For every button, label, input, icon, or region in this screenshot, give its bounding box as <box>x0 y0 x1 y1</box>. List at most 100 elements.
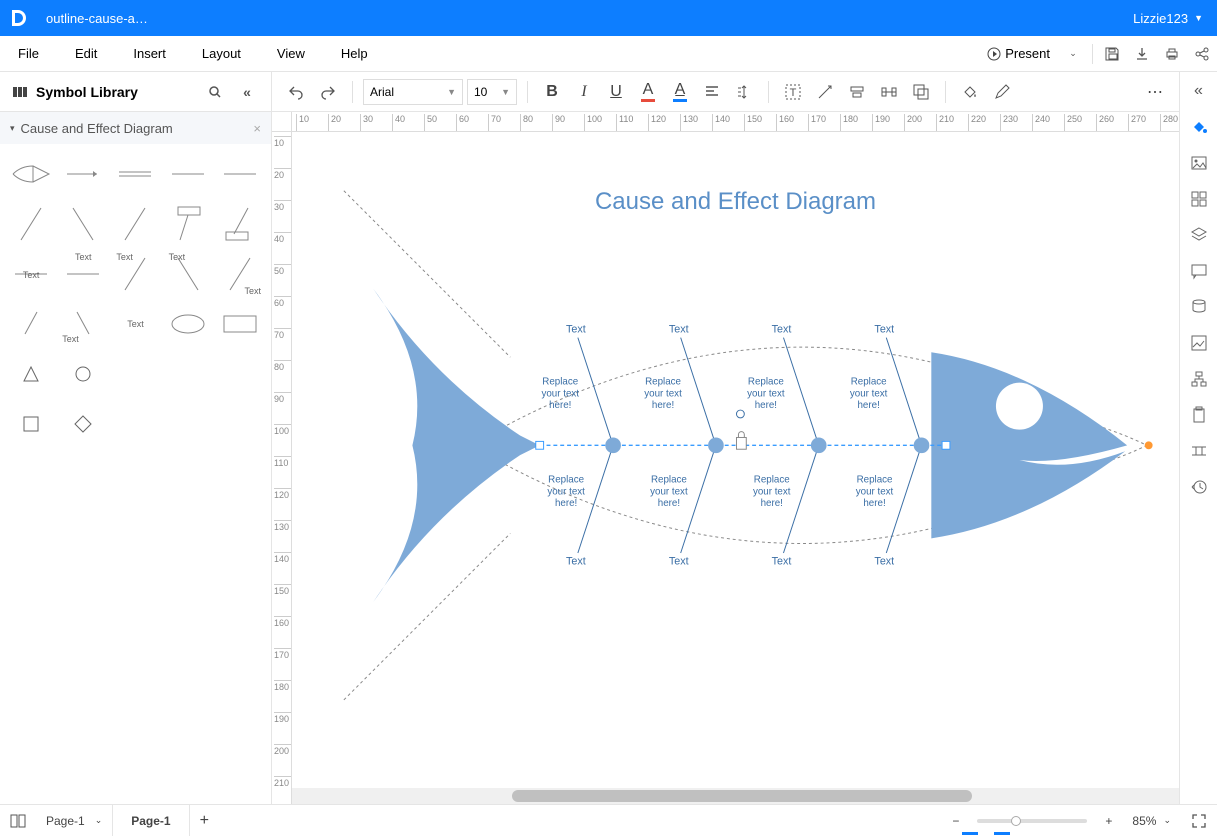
cause-text[interactable]: here! <box>863 498 885 509</box>
scrollbar-thumb[interactable] <box>512 790 972 802</box>
expand-panel-button[interactable]: « <box>1184 76 1214 106</box>
fill-color-button[interactable] <box>956 78 984 106</box>
print-button[interactable] <box>1157 39 1187 69</box>
cause-text[interactable]: your text <box>650 486 688 497</box>
page-list-button[interactable] <box>0 805 36 836</box>
selection-handle[interactable] <box>942 441 950 449</box>
bone-category[interactable]: Text <box>772 556 792 568</box>
shape-diamond[interactable] <box>60 402 106 446</box>
library-category[interactable]: ▾ Cause and Effect Diagram × <box>0 112 271 144</box>
cause-text[interactable]: here! <box>858 400 880 411</box>
shape-hline2[interactable] <box>217 152 263 196</box>
canvas[interactable]: 1020304050607080901001101201301401501601… <box>272 112 1179 804</box>
bone-line[interactable] <box>886 338 921 446</box>
redo-button[interactable] <box>314 78 342 106</box>
collapse-sidebar-button[interactable]: « <box>235 80 259 104</box>
menu-help[interactable]: Help <box>323 36 386 71</box>
cause-text[interactable]: Replace <box>857 475 893 486</box>
bone-line[interactable] <box>886 445 921 553</box>
bone-category[interactable]: Text <box>874 556 894 568</box>
shape-double-line[interactable] <box>112 152 158 196</box>
add-page-button[interactable]: + <box>190 805 219 836</box>
group-button[interactable] <box>907 78 935 106</box>
zoom-level[interactable]: 85%⌄ <box>1122 805 1181 836</box>
bone-line[interactable] <box>783 445 818 553</box>
connector-button[interactable] <box>811 78 839 106</box>
shape-diag1[interactable] <box>8 202 54 246</box>
shape-text-diag1[interactable]: Text <box>112 252 158 296</box>
bone-category[interactable]: Text <box>772 324 792 336</box>
comments-panel-button[interactable] <box>1184 256 1214 286</box>
menu-layout[interactable]: Layout <box>184 36 259 71</box>
bone-line[interactable] <box>578 338 613 446</box>
font-family-select[interactable]: Arial▼ <box>363 79 463 105</box>
spine-node[interactable] <box>811 437 827 453</box>
clipboard-panel-button[interactable] <box>1184 400 1214 430</box>
page-canvas[interactable]: Cause and Effect Diagram TextReplaceyour… <box>292 132 1179 788</box>
fill-panel-button[interactable] <box>1184 112 1214 142</box>
export-button[interactable] <box>1127 39 1157 69</box>
cause-text[interactable]: Replace <box>645 377 681 388</box>
bold-button[interactable]: B <box>538 78 566 106</box>
fishbone-diagram[interactable]: TextReplaceyour texthere!TextReplaceyour… <box>292 132 1179 788</box>
underline-button[interactable]: U <box>602 78 630 106</box>
line-spacing-button[interactable] <box>730 78 758 106</box>
cause-text[interactable]: Replace <box>542 377 578 388</box>
fish-head[interactable] <box>931 352 1127 538</box>
cause-text[interactable]: here! <box>549 400 571 411</box>
menu-file[interactable]: File <box>0 36 57 71</box>
shape-text-diag4[interactable]: Text <box>60 302 106 346</box>
present-button[interactable]: Present <box>979 46 1058 61</box>
cause-text[interactable]: here! <box>652 400 674 411</box>
shape-line-arrow[interactable] <box>60 152 106 196</box>
share-button[interactable] <box>1187 39 1217 69</box>
shape-text-line2[interactable]: Text <box>60 252 106 296</box>
shape-ellipse[interactable] <box>165 302 211 346</box>
line-color-button[interactable] <box>988 78 1016 106</box>
shape-text-diag2[interactable]: Text <box>165 252 211 296</box>
bone-category[interactable]: Text <box>566 556 586 568</box>
fish-tail[interactable] <box>373 289 539 602</box>
highlight-button[interactable]: A̲ <box>666 78 694 106</box>
cause-text[interactable]: here! <box>555 498 577 509</box>
zoom-slider[interactable] <box>977 819 1087 823</box>
shape-square[interactable] <box>8 402 54 446</box>
align-objects-button[interactable] <box>843 78 871 106</box>
cause-text[interactable]: Replace <box>651 475 687 486</box>
bone-line[interactable] <box>681 445 716 553</box>
cause-text[interactable]: Replace <box>851 377 887 388</box>
cause-text[interactable]: Replace <box>548 475 584 486</box>
bone-line[interactable] <box>681 338 716 446</box>
cause-text[interactable]: your text <box>644 388 682 399</box>
more-button[interactable]: ⋯ <box>1141 78 1169 106</box>
cause-text[interactable]: your text <box>541 388 579 399</box>
bone-category[interactable]: Text <box>669 324 689 336</box>
shape-diag-small[interactable] <box>8 302 54 346</box>
image-panel-button[interactable] <box>1184 148 1214 178</box>
spine-node[interactable] <box>708 437 724 453</box>
cause-text[interactable]: Replace <box>754 475 790 486</box>
menu-edit[interactable]: Edit <box>57 36 115 71</box>
cause-text[interactable]: here! <box>658 498 680 509</box>
cause-text[interactable]: your text <box>547 486 585 497</box>
data-panel-button[interactable] <box>1184 292 1214 322</box>
shape-fishhead[interactable] <box>8 152 54 196</box>
bone-line[interactable] <box>578 445 613 553</box>
scrollbar-horizontal[interactable] <box>292 788 1179 804</box>
cause-text[interactable]: your text <box>747 388 785 399</box>
close-category-button[interactable]: × <box>253 121 261 136</box>
diagram-title[interactable]: Cause and Effect Diagram <box>292 188 1179 216</box>
cause-text[interactable]: your text <box>753 486 791 497</box>
app-logo[interactable] <box>0 0 36 36</box>
page-tab-active[interactable]: Page-1 <box>112 805 189 836</box>
shape-circle[interactable] <box>60 352 106 396</box>
present-dropdown[interactable]: ⌄ <box>1058 39 1088 69</box>
font-size-select[interactable]: 10▼ <box>467 79 517 105</box>
cause-text[interactable]: Replace <box>748 377 784 388</box>
distribute-button[interactable] <box>875 78 903 106</box>
shape-box-line2[interactable] <box>217 202 263 246</box>
save-button[interactable] <box>1097 39 1127 69</box>
font-color-button[interactable]: A <box>634 78 662 106</box>
cause-text[interactable]: here! <box>755 400 777 411</box>
shape-text-line1[interactable]: Text <box>8 252 54 296</box>
